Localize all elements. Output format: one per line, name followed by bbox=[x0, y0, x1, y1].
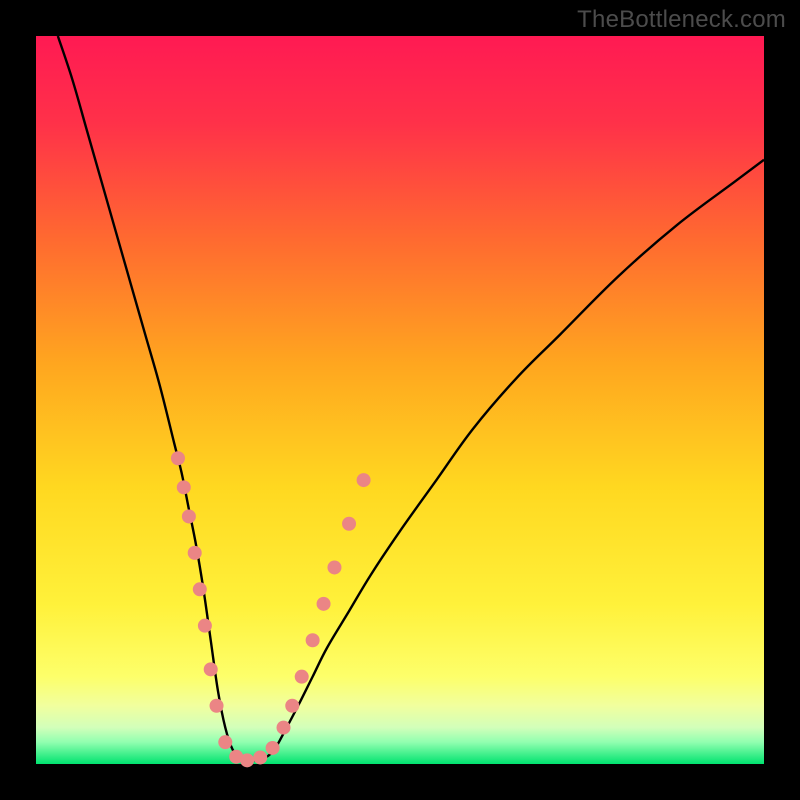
marker-dot bbox=[285, 699, 299, 713]
chart-frame: TheBottleneck.com bbox=[0, 0, 800, 800]
marker-dot bbox=[253, 750, 267, 764]
marker-dot bbox=[357, 473, 371, 487]
marker-dot bbox=[306, 633, 320, 647]
marker-dot bbox=[240, 753, 254, 767]
marker-dot bbox=[177, 480, 191, 494]
marker-dot bbox=[198, 619, 212, 633]
marker-dot bbox=[327, 560, 341, 574]
marker-dot bbox=[171, 451, 185, 465]
marker-group bbox=[171, 451, 371, 767]
marker-dot bbox=[204, 662, 218, 676]
marker-dot bbox=[295, 670, 309, 684]
marker-dot bbox=[317, 597, 331, 611]
marker-dot bbox=[266, 741, 280, 755]
marker-dot bbox=[182, 509, 196, 523]
marker-dot bbox=[342, 517, 356, 531]
marker-dot bbox=[277, 721, 291, 735]
plot-area bbox=[36, 36, 764, 764]
bottleneck-curve-path bbox=[58, 36, 764, 761]
watermark-text: TheBottleneck.com bbox=[577, 6, 786, 34]
marker-dot bbox=[210, 699, 224, 713]
marker-dot bbox=[188, 546, 202, 560]
curve-svg bbox=[36, 36, 764, 764]
marker-dot bbox=[218, 735, 232, 749]
marker-dot bbox=[193, 582, 207, 596]
